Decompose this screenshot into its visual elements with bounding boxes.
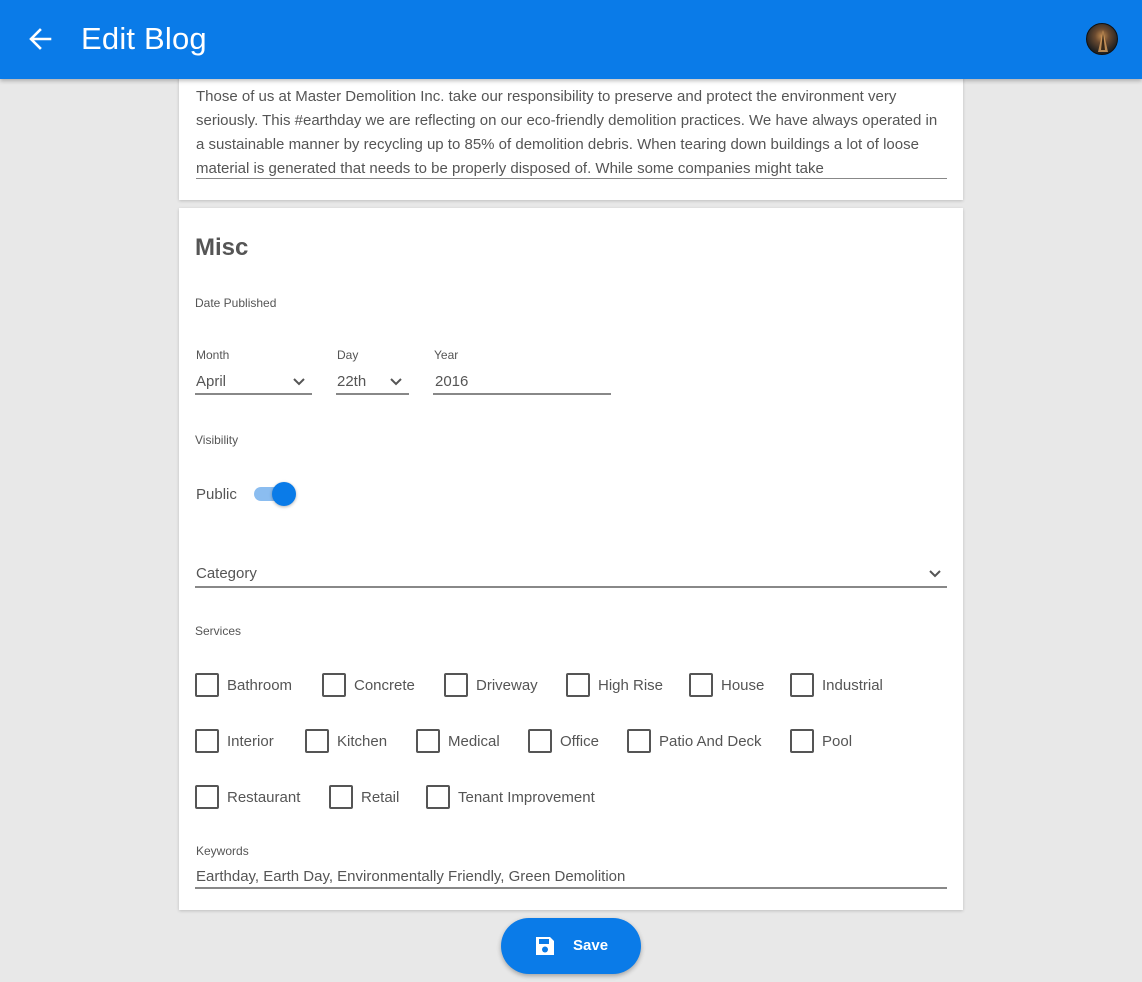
service-label: Concrete xyxy=(354,676,415,694)
save-label: Save xyxy=(573,937,609,954)
year-label: Year xyxy=(434,348,459,362)
service-label: Interior xyxy=(227,732,274,750)
day-select[interactable]: 22th xyxy=(336,368,409,396)
visibility-label: Visibility xyxy=(195,433,239,447)
public-label: Public xyxy=(196,486,237,503)
service-checkbox-kitchen[interactable]: Kitchen xyxy=(305,728,387,754)
checkbox[interactable] xyxy=(627,729,651,753)
service-checkbox-high-rise[interactable]: High Rise xyxy=(566,672,663,698)
chevron-down-icon xyxy=(293,378,305,386)
service-checkbox-restaurant[interactable]: Restaurant xyxy=(195,784,300,810)
service-label: House xyxy=(721,676,765,694)
service-checkbox-tenant-improvement[interactable]: Tenant Improvement xyxy=(426,784,595,810)
month-label: Month xyxy=(196,348,230,362)
service-checkbox-retail[interactable]: Retail xyxy=(329,784,399,810)
services-label: Services xyxy=(195,624,242,638)
save-button[interactable]: Save xyxy=(501,918,641,974)
chevron-down-icon xyxy=(929,570,941,578)
checkbox[interactable] xyxy=(790,673,814,697)
body-card: Those of us at Master Demolition Inc. ta… xyxy=(179,72,963,200)
app-bar: Edit Blog xyxy=(0,0,1142,79)
service-checkbox-industrial[interactable]: Industrial xyxy=(790,672,883,698)
checkbox[interactable] xyxy=(195,729,219,753)
service-checkbox-interior[interactable]: Interior xyxy=(195,728,274,754)
service-label: Restaurant xyxy=(227,788,301,806)
public-toggle-knob[interactable] xyxy=(272,482,296,506)
misc-title: Misc xyxy=(195,234,249,261)
category-underline xyxy=(195,586,947,588)
checkbox[interactable] xyxy=(195,673,219,697)
checkbox[interactable] xyxy=(790,729,814,753)
service-checkbox-house[interactable]: House xyxy=(689,672,764,698)
service-label: Retail xyxy=(361,788,400,806)
service-label: Kitchen xyxy=(337,732,388,750)
service-label: High Rise xyxy=(598,676,664,694)
checkbox[interactable] xyxy=(322,673,346,697)
service-label: Pool xyxy=(822,732,853,750)
checkbox[interactable] xyxy=(416,729,440,753)
keywords-underline xyxy=(195,887,947,889)
service-checkbox-patio-and-deck[interactable]: Patio And Deck xyxy=(627,728,762,754)
back-button[interactable] xyxy=(24,22,56,56)
month-value: April xyxy=(196,373,227,390)
checkbox[interactable] xyxy=(426,785,450,809)
keywords-label: Keywords xyxy=(196,844,249,858)
body-underline xyxy=(196,178,947,179)
service-checkbox-pool[interactable]: Pool xyxy=(790,728,852,754)
service-label: Bathroom xyxy=(227,676,293,694)
service-label: Tenant Improvement xyxy=(458,788,595,806)
service-checkbox-office[interactable]: Office xyxy=(528,728,599,754)
month-select[interactable]: April xyxy=(195,368,312,396)
checkbox[interactable] xyxy=(689,673,713,697)
checkbox[interactable] xyxy=(329,785,353,809)
date-published-label: Date Published xyxy=(195,296,277,310)
service-label: Industrial xyxy=(822,676,883,694)
year-input[interactable]: 2016 xyxy=(435,373,611,395)
service-label: Driveway xyxy=(476,676,538,694)
checkbox[interactable] xyxy=(195,785,219,809)
body-textarea[interactable]: Those of us at Master Demolition Inc. ta… xyxy=(196,85,947,179)
year-underline xyxy=(433,393,611,395)
checkbox[interactable] xyxy=(305,729,329,753)
service-checkbox-driveway[interactable]: Driveway xyxy=(444,672,538,698)
service-label: Patio And Deck xyxy=(659,732,762,750)
day-value: 22th xyxy=(337,373,367,390)
service-label: Office xyxy=(560,732,599,750)
checkbox[interactable] xyxy=(528,729,552,753)
page-title: Edit Blog xyxy=(81,21,207,56)
service-checkbox-medical[interactable]: Medical xyxy=(416,728,500,754)
day-label: Day xyxy=(337,348,359,362)
floppy-disk-icon xyxy=(536,937,554,955)
service-checkbox-concrete[interactable]: Concrete xyxy=(322,672,415,698)
service-checkbox-bathroom[interactable]: Bathroom xyxy=(195,672,292,698)
day-underline xyxy=(336,393,409,395)
user-avatar[interactable] xyxy=(1086,23,1118,55)
checkbox[interactable] xyxy=(444,673,468,697)
category-select[interactable]: Category xyxy=(195,561,947,589)
checkbox[interactable] xyxy=(566,673,590,697)
avatar-icon xyxy=(1098,30,1108,52)
month-underline xyxy=(195,393,312,395)
chevron-down-icon xyxy=(390,378,402,386)
service-label: Medical xyxy=(448,732,500,750)
arrow-left-icon xyxy=(29,28,52,50)
category-placeholder: Category xyxy=(196,565,257,582)
misc-card: Misc Date Published Month April Day 22th… xyxy=(179,208,963,910)
